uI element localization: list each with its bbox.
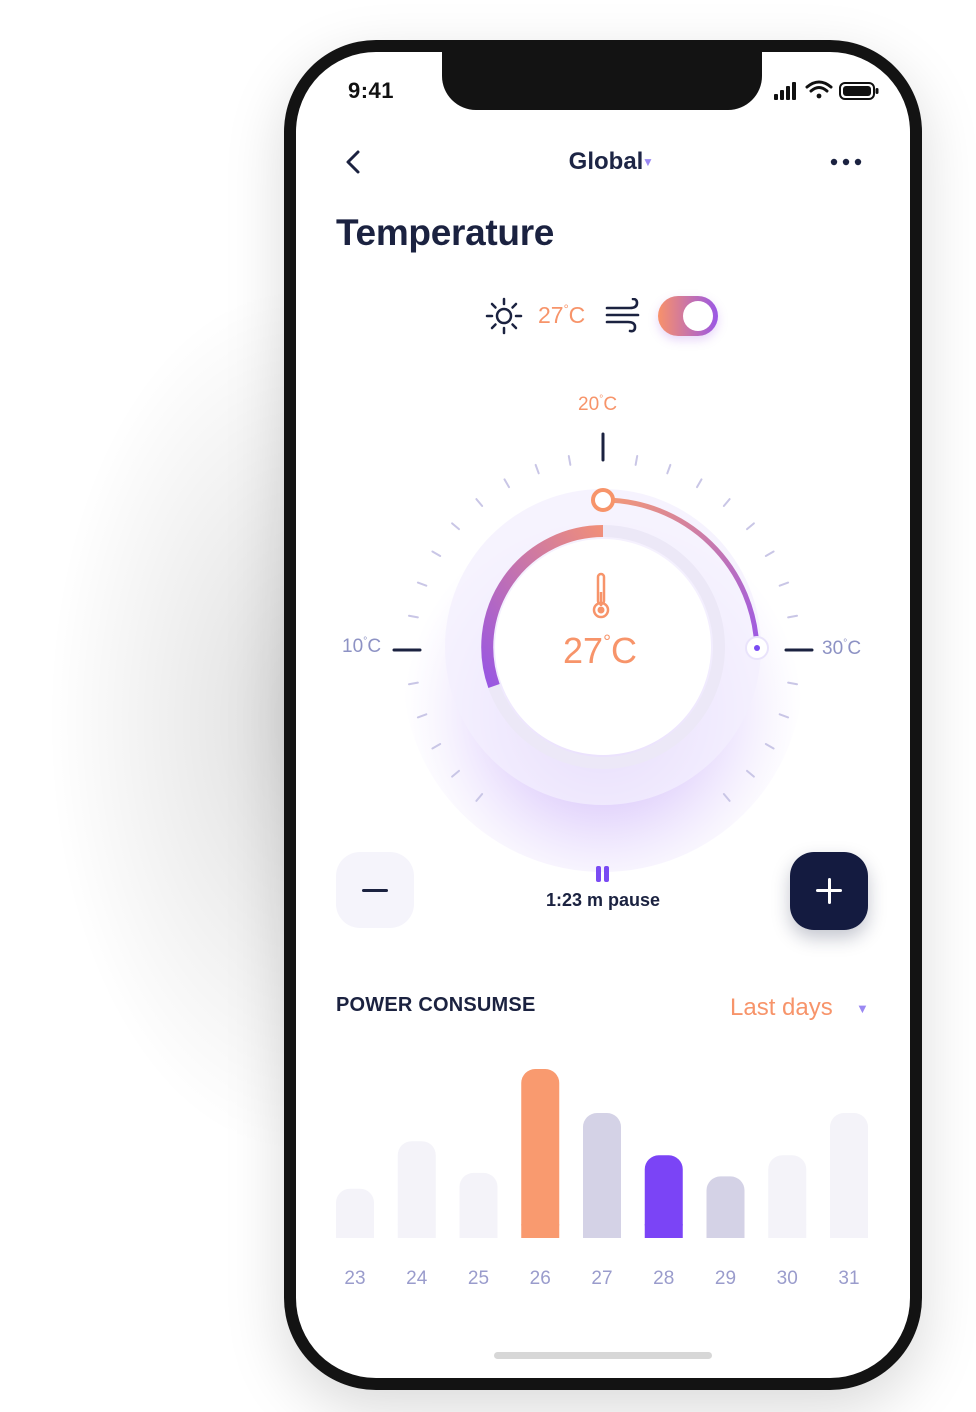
mode-temp-value: 27 bbox=[538, 302, 564, 328]
chart-x-label-30: 30 bbox=[777, 1268, 798, 1289]
chart-x-label-31: 31 bbox=[838, 1268, 859, 1289]
dial-label-10-value: 10 bbox=[342, 636, 364, 657]
chart-x-label-23: 23 bbox=[344, 1268, 365, 1289]
chart-bar-24[interactable] bbox=[397, 1141, 436, 1238]
chart-bar-base-28 bbox=[644, 1224, 683, 1238]
dial-minor-tick bbox=[696, 478, 703, 489]
chart-bar-base-23 bbox=[336, 1224, 374, 1238]
page-title: Temperature bbox=[336, 212, 555, 253]
dial-minor-tick bbox=[634, 454, 639, 466]
chart-x-label-27: 27 bbox=[591, 1268, 612, 1289]
chart-bar-base-31 bbox=[830, 1224, 868, 1238]
dial-label-20-unit: C bbox=[603, 394, 618, 415]
range-select[interactable]: Last days bbox=[730, 994, 833, 1022]
dial-minor-tick bbox=[567, 454, 572, 466]
dial-minor-tick bbox=[764, 550, 775, 557]
sun-icon bbox=[485, 297, 523, 335]
thermometer-icon bbox=[592, 572, 610, 619]
dial-label-10: 10°C bbox=[342, 636, 381, 658]
chart-bar-base-27 bbox=[583, 1224, 621, 1238]
status-time: 9:41 bbox=[348, 78, 395, 103]
current-temp-value: 27 bbox=[563, 630, 604, 671]
chart-x-label-25: 25 bbox=[468, 1268, 489, 1289]
chevron-left-icon bbox=[346, 150, 360, 174]
chart-bar-base-29 bbox=[706, 1224, 745, 1238]
chart-x-label-24: 24 bbox=[406, 1268, 428, 1289]
pause-icon[interactable] bbox=[594, 866, 612, 884]
battery-icon bbox=[839, 82, 879, 100]
status-icons bbox=[774, 80, 879, 100]
dial-minor-tick bbox=[534, 463, 540, 475]
chart-bar-base-30 bbox=[768, 1224, 807, 1238]
dial-label-20: 20°C bbox=[578, 394, 617, 416]
caret-down-icon[interactable]: ▼ bbox=[642, 155, 654, 169]
dial-minor-tick bbox=[475, 498, 484, 507]
mode-toggle[interactable] bbox=[658, 296, 718, 336]
dial-minor-tick bbox=[503, 478, 510, 489]
current-temp-unit: C bbox=[610, 630, 637, 671]
chart-bar-base-26 bbox=[521, 1224, 560, 1238]
mode-temp-unit: C bbox=[568, 302, 586, 328]
current-mode-temperature: 27°C bbox=[538, 302, 585, 329]
current-temperature: 27°C bbox=[510, 630, 690, 672]
dial-end-dot bbox=[754, 645, 760, 651]
chart-bar-31[interactable] bbox=[830, 1113, 868, 1238]
back-button[interactable] bbox=[336, 144, 372, 180]
dial-start-handle[interactable] bbox=[591, 488, 615, 512]
chart-bar-base-25 bbox=[459, 1224, 498, 1238]
dial-minor-tick bbox=[666, 463, 672, 475]
chart-x-label-29: 29 bbox=[715, 1268, 736, 1289]
dial-label-30-unit: C bbox=[847, 638, 862, 659]
current-temp-degree: ° bbox=[603, 631, 611, 654]
dial-minor-tick bbox=[451, 522, 460, 531]
phone-screen: 9:41 Global ▼ Temperature 27°C 20°C 10°C… bbox=[296, 52, 910, 1378]
caret-down-icon[interactable]: ▼ bbox=[856, 1001, 869, 1016]
signal-icon bbox=[774, 82, 796, 100]
home-indicator[interactable] bbox=[494, 1352, 712, 1359]
chart-bar-26[interactable] bbox=[521, 1069, 560, 1238]
power-chart: 23 24 25 26 27 28 29 30 31 bbox=[336, 1069, 868, 1289]
notch bbox=[442, 52, 762, 110]
dial-minor-tick bbox=[431, 550, 442, 557]
increase-temp-button[interactable] bbox=[790, 852, 868, 930]
minus-icon bbox=[362, 889, 388, 892]
dial-label-10-unit: C bbox=[367, 636, 382, 657]
dial-label-20-value: 20 bbox=[578, 394, 600, 415]
chart-bar-base-24 bbox=[397, 1224, 436, 1238]
decrease-temp-button[interactable] bbox=[336, 852, 414, 928]
more-horizontal-icon bbox=[830, 158, 862, 166]
more-button[interactable] bbox=[826, 152, 866, 172]
power-section-title: POWER CONSUMSE bbox=[336, 994, 536, 1016]
dial-minor-tick bbox=[722, 498, 731, 507]
location-selector[interactable]: Global bbox=[496, 148, 716, 176]
wifi-icon bbox=[805, 80, 833, 99]
chart-x-label-26: 26 bbox=[530, 1268, 551, 1289]
dial-minor-tick bbox=[746, 522, 755, 531]
chart-x-label-28: 28 bbox=[653, 1268, 674, 1289]
toggle-knob bbox=[683, 301, 713, 331]
wind-icon bbox=[605, 298, 640, 333]
dial-label-30: 30°C bbox=[822, 638, 861, 660]
dial-label-30-value: 30 bbox=[822, 638, 844, 659]
pause-timer-text: 1:23 m pause bbox=[545, 890, 661, 910]
chart-bar-27[interactable] bbox=[583, 1113, 621, 1238]
